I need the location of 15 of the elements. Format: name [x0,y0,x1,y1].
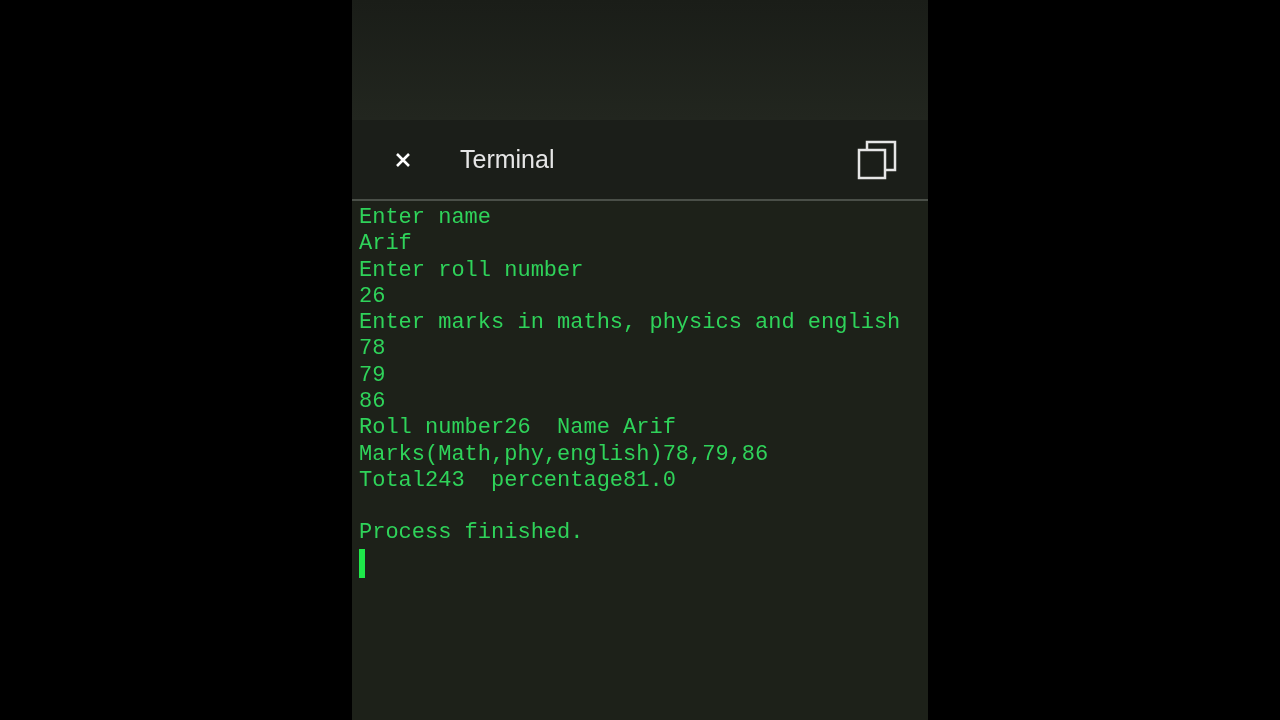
output-line: Enter marks in maths, physics and english [359,310,901,337]
output-line: Enter roll number [359,257,584,284]
window-title: Terminal [460,143,555,175]
output-line: 86 [359,389,386,416]
output-line: Total243 percentage81.0 [359,467,676,495]
close-icon[interactable] [395,151,411,168]
output-line: Roll number26 Name Arif [359,415,676,442]
copy-icon[interactable] [857,139,897,180]
output-line: 79 [359,362,386,390]
output-line: Arif [359,231,412,258]
status-line: Process finished. [359,520,584,547]
output-line: Enter name [359,205,492,232]
output-line: Marks(Math,phy,english)78,79,86 [359,441,769,468]
output-line: 26 [359,283,386,311]
output-line: 78 [359,336,386,363]
